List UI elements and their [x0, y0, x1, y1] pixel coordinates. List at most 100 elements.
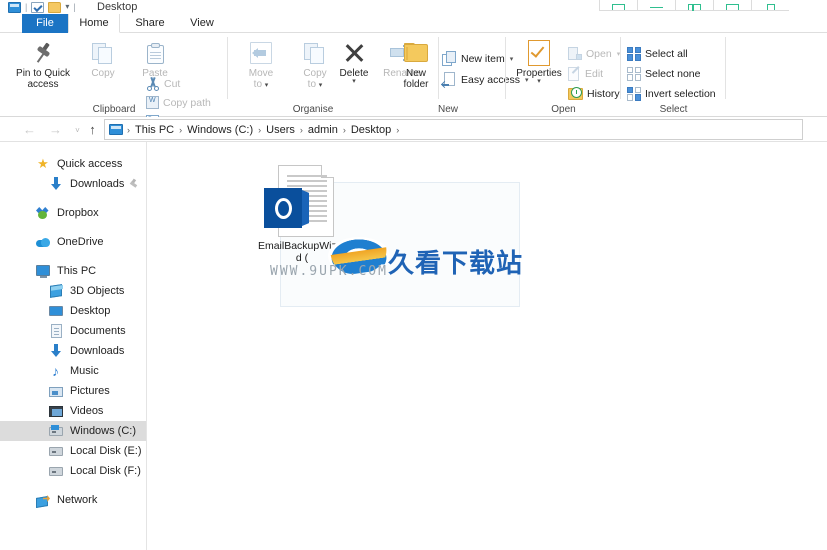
- invert-selection-button[interactable]: Invert selection: [627, 85, 716, 102]
- sidebar-item-desktop[interactable]: Desktop: [0, 301, 146, 321]
- navigation-pane[interactable]: ★ Quick access Downloads Dropbox OneDriv…: [0, 142, 147, 550]
- group-label-clipboard: Clipboard: [92, 104, 136, 115]
- window-button-close[interactable]: [751, 0, 789, 11]
- history-label: History: [587, 87, 620, 100]
- new-folder-label-1: New: [405, 68, 426, 79]
- file-list-view[interactable]: EmailBackupWizard ( 久看下载站 WWW.9UPK.COM: [148, 142, 827, 550]
- tab-view[interactable]: View: [180, 14, 224, 33]
- sidebar-item-downloads-quick[interactable]: Downloads: [0, 174, 146, 194]
- this-pc-icon: [109, 124, 123, 135]
- sidebar-label: Quick access: [57, 158, 123, 170]
- explorer-icon[interactable]: [8, 1, 21, 13]
- move-to-button[interactable]: Move to ▾: [232, 38, 290, 90]
- new-folder-button[interactable]: New folder: [392, 38, 440, 90]
- cut-label: Cut: [164, 77, 181, 90]
- sidebar-label: Documents: [70, 325, 126, 337]
- breadcrumb[interactable]: › This PC › Windows (C:) › Users › admin…: [104, 119, 803, 140]
- move-to-label-1: Move: [248, 68, 274, 79]
- sidebar-label: Pictures: [70, 385, 110, 397]
- close-icon: [766, 4, 775, 10]
- qat-divider: |: [25, 2, 28, 12]
- select-all-label: Select all: [645, 47, 688, 60]
- sidebar-label: Windows (C:): [70, 425, 137, 437]
- tab-share[interactable]: Share: [126, 14, 174, 33]
- new-folder-icon[interactable]: [48, 1, 62, 13]
- select-all-button[interactable]: Select all: [627, 45, 688, 62]
- ribbon-group-new: New folder New item ▾ Easy access ▾ New: [390, 33, 528, 117]
- sidebar-item-network[interactable]: Network: [0, 490, 146, 510]
- cut-button[interactable]: Cut: [146, 75, 180, 92]
- sidebar-item-onedrive[interactable]: OneDrive: [0, 232, 146, 252]
- window-button-minimize[interactable]: [599, 0, 637, 11]
- open-button[interactable]: Open ▾: [568, 45, 620, 62]
- ribbon-group-open: Properties ▾ Open ▾ Edit History Open: [506, 33, 621, 117]
- breadcrumb-item-users[interactable]: Users: [261, 124, 300, 136]
- properties-button[interactable]: Properties ▾: [510, 38, 568, 85]
- invert-selection-label: Invert selection: [645, 87, 716, 100]
- grid-icon: [688, 4, 701, 11]
- ribbon-group-select: Select all Select none Invert selection …: [621, 33, 726, 117]
- delete-x-icon: [332, 38, 376, 68]
- download-arrow-icon: [48, 343, 64, 359]
- pin-icon: [14, 38, 72, 68]
- breadcrumb-item-this-pc[interactable]: This PC: [130, 124, 179, 136]
- pin-icon[interactable]: [129, 179, 138, 188]
- copy-icon: [74, 38, 132, 68]
- history-button[interactable]: History: [568, 85, 620, 102]
- properties-caret-icon[interactable]: ▾: [510, 78, 568, 85]
- window-button-restore[interactable]: [637, 0, 675, 11]
- sidebar-item-videos[interactable]: Videos: [0, 401, 146, 421]
- sidebar-label: Videos: [70, 405, 104, 417]
- breadcrumb-item-admin[interactable]: admin: [303, 124, 343, 136]
- outlook-o-glyph: [274, 197, 292, 219]
- customize-caret-icon[interactable]: ▾: [65, 0, 69, 14]
- ribbon: Pin to Quick access Copy Paste Cut Copy …: [0, 33, 827, 128]
- copy-button[interactable]: Copy: [74, 38, 132, 79]
- new-folder-icon: [392, 38, 440, 68]
- sidebar-item-this-pc[interactable]: This PC: [0, 261, 146, 281]
- delete-caret-icon[interactable]: ▾: [332, 78, 376, 85]
- select-none-label: Select none: [645, 67, 701, 80]
- sidebar-label: Local Disk (E:): [70, 445, 142, 457]
- dropbox-icon: [35, 205, 51, 221]
- sidebar-item-local-disk-e[interactable]: Local Disk (E:): [0, 441, 146, 461]
- up-button[interactable]: ↑: [85, 122, 100, 137]
- sidebar-label: Desktop: [70, 305, 111, 317]
- windows-drive-icon: [48, 423, 64, 439]
- paste-button[interactable]: Paste: [126, 38, 184, 79]
- sidebar-item-pictures[interactable]: Pictures: [0, 381, 146, 401]
- file-item[interactable]: EmailBackupWizard (: [256, 162, 348, 264]
- sidebar-item-local-disk-f[interactable]: Local Disk (F:): [0, 461, 146, 481]
- sidebar-item-3d-objects[interactable]: 3D Objects: [0, 281, 146, 301]
- sidebar-item-quick-access[interactable]: ★ Quick access: [0, 154, 146, 174]
- sidebar-item-music[interactable]: ♪ Music: [0, 361, 146, 381]
- ribbon-tab-strip: File Home Share View: [0, 14, 827, 33]
- recent-locations-button[interactable]: ˅: [70, 122, 85, 137]
- window-button-grid[interactable]: [675, 0, 713, 11]
- edit-button[interactable]: Edit: [568, 65, 603, 82]
- select-none-button[interactable]: Select none: [627, 65, 700, 82]
- sidebar-item-downloads[interactable]: Downloads: [0, 341, 146, 361]
- onedrive-cloud-icon: [35, 234, 51, 250]
- window-controls[interactable]: [599, 0, 789, 11]
- tab-file[interactable]: File: [22, 14, 68, 33]
- quick-access-toolbar[interactable]: | ▾ |: [8, 0, 76, 14]
- sidebar-item-dropbox[interactable]: Dropbox: [0, 203, 146, 223]
- tab-home[interactable]: Home: [68, 14, 120, 33]
- delete-button[interactable]: Delete ▾: [332, 38, 376, 85]
- pin-to-quick-access-button[interactable]: Pin to Quick access: [14, 38, 72, 90]
- window-button-maximize[interactable]: [713, 0, 751, 11]
- videos-icon: [48, 403, 64, 419]
- breadcrumb-item-windows-c[interactable]: Windows (C:): [182, 124, 258, 136]
- properties-check-icon[interactable]: [31, 1, 45, 13]
- forward-button[interactable]: →: [48, 122, 63, 137]
- new-item-button[interactable]: New item ▾: [442, 50, 513, 67]
- window-title: Desktop: [97, 1, 138, 13]
- breadcrumb-chevron-5: ›: [396, 124, 400, 135]
- move-to-label-2: to ▾: [253, 79, 269, 90]
- breadcrumb-item-desktop[interactable]: Desktop: [346, 124, 396, 136]
- sidebar-item-windows-c[interactable]: Windows (C:): [0, 421, 146, 441]
- sidebar-item-documents[interactable]: Documents: [0, 321, 146, 341]
- back-button[interactable]: ←: [22, 122, 37, 137]
